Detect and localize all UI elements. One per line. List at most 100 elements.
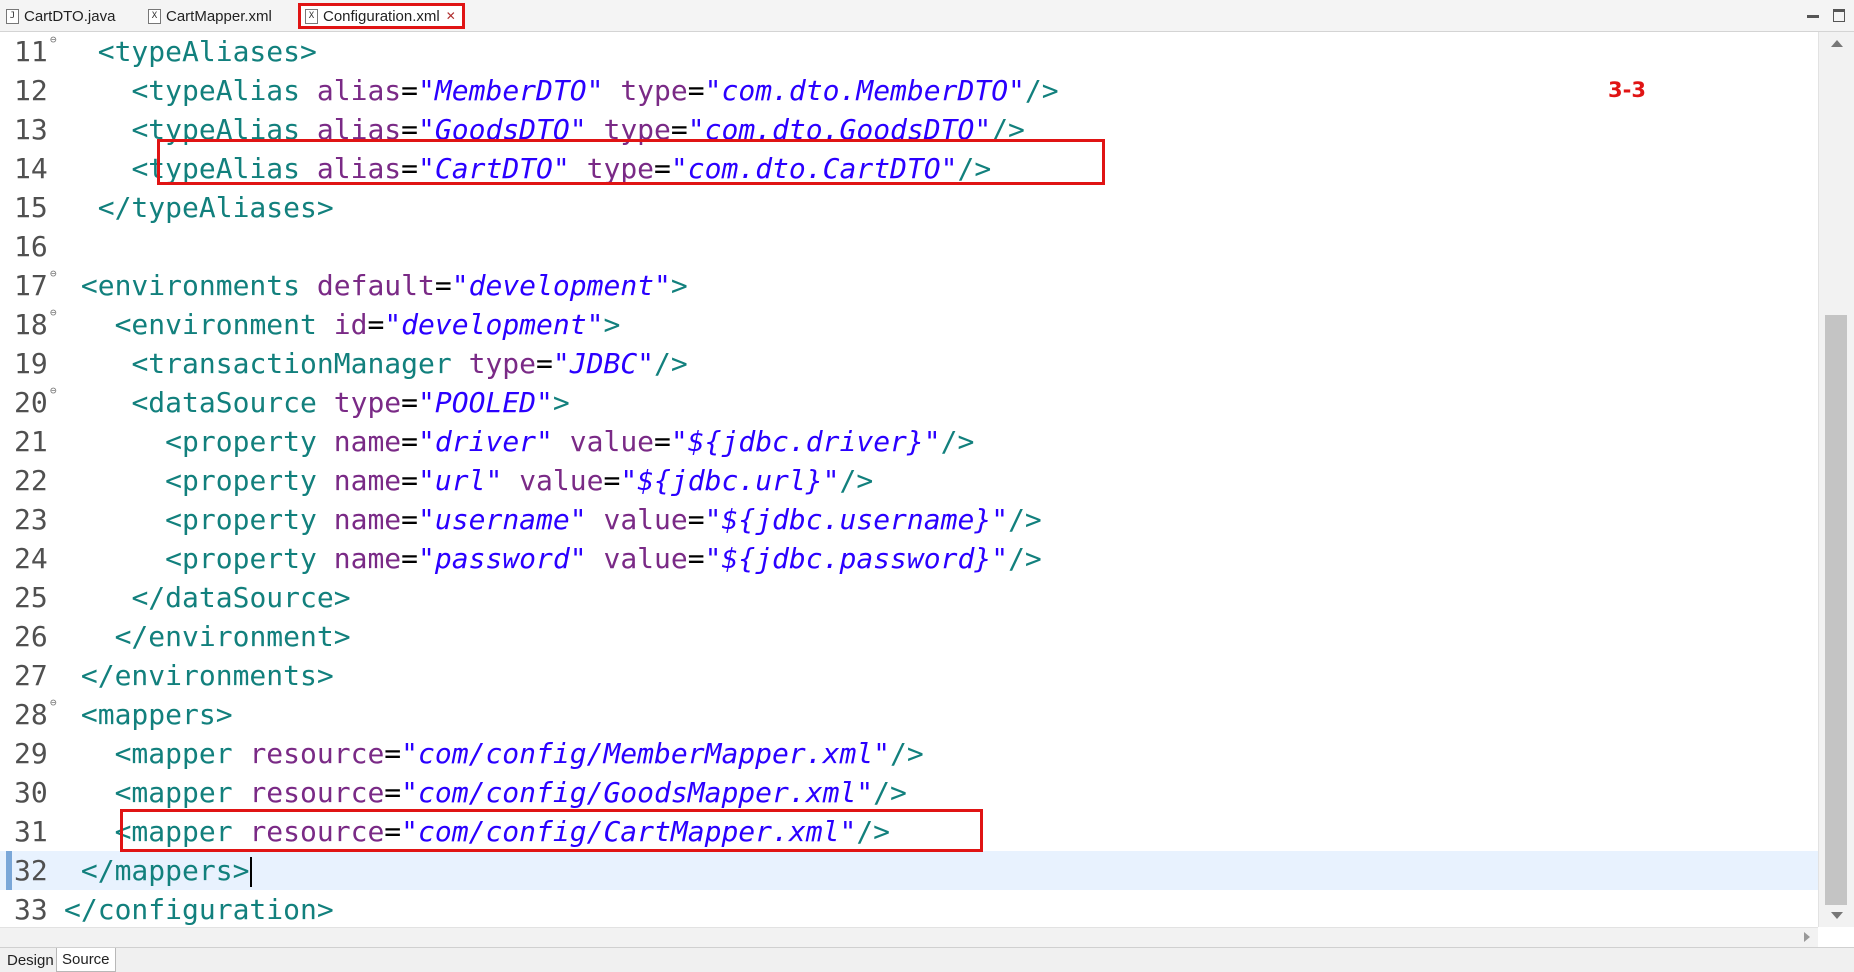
- code-line[interactable]: 16: [0, 227, 1818, 266]
- token-pun: =: [367, 308, 385, 341]
- token-tag: <transactionManager: [131, 347, 469, 380]
- line-number: 25: [14, 581, 48, 614]
- token-attr: value: [569, 425, 655, 458]
- token-tag: >: [670, 269, 688, 302]
- minimize-icon[interactable]: [1804, 6, 1822, 24]
- maximize-icon[interactable]: [1830, 6, 1848, 24]
- code-line[interactable]: 12 <typeAlias alias="MemberDTO" type="co…: [0, 71, 1818, 110]
- code-text: <typeAlias alias="MemberDTO" type="com.d…: [64, 71, 1058, 110]
- code-line[interactable]: 26 </environment>: [0, 617, 1818, 656]
- token-attr: value: [519, 464, 604, 497]
- code-line[interactable]: 29 <mapper resource="com/config/MemberMa…: [0, 734, 1818, 773]
- line-number: 32: [14, 854, 48, 887]
- code-line[interactable]: 18 ⊖ <environment id="development">: [0, 305, 1818, 344]
- fold-toggle-icon[interactable]: ⊖: [50, 267, 57, 281]
- token-tag: <typeAliases>: [97, 35, 317, 68]
- vertical-scrollbar[interactable]: [1818, 32, 1854, 927]
- line-number: 24: [14, 542, 48, 575]
- code-line[interactable]: 33 </configuration>: [0, 890, 1818, 927]
- token-str: "com.dto.MemberDTO": [704, 74, 1025, 107]
- code-text: </mappers>: [64, 851, 253, 890]
- token-str: "username": [418, 503, 587, 536]
- tab-source[interactable]: Source: [56, 948, 116, 972]
- token-attr: type: [333, 386, 402, 419]
- token-str: "MemberDTO": [418, 74, 604, 107]
- token-attr: name: [333, 503, 402, 536]
- code-line[interactable]: 28 ⊖ <mappers>: [0, 695, 1818, 734]
- code-line[interactable]: 27 </environments>: [0, 656, 1818, 695]
- tab-cartmapper-xml[interactable]: X CartMapper.xml: [148, 3, 272, 29]
- token-tag: <property: [165, 542, 334, 575]
- line-number: 29: [14, 737, 48, 770]
- xml-file-icon: X: [305, 8, 318, 24]
- token-pun: =: [687, 542, 705, 575]
- token-str: "JDBC": [552, 347, 655, 380]
- token-tag: <dataSource: [131, 386, 334, 419]
- close-icon[interactable]: ✕: [446, 9, 456, 23]
- code-line[interactable]: 17 ⊖ <environments default="development">: [0, 266, 1818, 305]
- step-annotation: 3-3: [1608, 78, 1646, 102]
- code-line[interactable]: 30 <mapper resource="com/config/GoodsMap…: [0, 773, 1818, 812]
- token-tag: >: [603, 308, 621, 341]
- line-number: 21: [14, 425, 48, 458]
- tab-configuration-xml[interactable]: X Configuration.xml ✕: [298, 3, 465, 29]
- line-number: 23: [14, 503, 48, 536]
- code-line[interactable]: 15 </typeAliases>: [0, 188, 1818, 227]
- token-tag: </environment>: [114, 620, 351, 653]
- code-text: <environment id="development">: [64, 305, 621, 344]
- code-text: </typeAliases>: [64, 188, 334, 227]
- token-tag: />: [890, 737, 924, 770]
- xml-source-editor[interactable]: 33 </configuration> 32 </mappers> 31 <mappe…: [0, 32, 1818, 927]
- token-pun: [553, 425, 570, 458]
- code-line[interactable]: 23 <property name="username" value="${jd…: [0, 500, 1818, 539]
- code-line[interactable]: 22 <property name="url" value="${jdbc.ur…: [0, 461, 1818, 500]
- token-pun: [587, 503, 604, 536]
- tab-cartdto-java[interactable]: J CartDTO.java: [6, 3, 115, 29]
- code-line[interactable]: 24 <property name="password" value="${jd…: [0, 539, 1818, 578]
- code-line[interactable]: 21 <property name="driver" value="${jdbc…: [0, 422, 1818, 461]
- code-line[interactable]: 19 <transactionManager type="JDBC"/>: [0, 344, 1818, 383]
- token-pun: =: [384, 776, 402, 809]
- token-str: "${jdbc.driver}": [670, 425, 941, 458]
- editor-mode-tabs: Design Source: [0, 947, 1854, 972]
- code-line[interactable]: 25 </dataSource>: [0, 578, 1818, 617]
- tab-design[interactable]: Design: [2, 948, 59, 972]
- fold-toggle-icon[interactable]: ⊖: [50, 306, 57, 320]
- line-number: 19: [14, 347, 48, 380]
- scroll-up-icon[interactable]: [1831, 40, 1843, 47]
- token-pun: =: [687, 74, 705, 107]
- token-pun: =: [401, 464, 419, 497]
- fold-toggle-icon[interactable]: ⊖: [50, 384, 57, 398]
- token-pun: =: [401, 425, 419, 458]
- token-attr: name: [333, 542, 402, 575]
- fold-toggle-icon[interactable]: ⊖: [50, 33, 57, 47]
- line-number: 27: [14, 659, 48, 692]
- token-str: "development": [451, 269, 671, 302]
- token-pun: =: [687, 503, 705, 536]
- horizontal-scrollbar[interactable]: [0, 927, 1818, 947]
- code-line-current[interactable]: 32 </mappers>: [0, 851, 1818, 890]
- line-number: 31: [14, 815, 48, 848]
- token-attr: value: [603, 503, 688, 536]
- line-number: 11: [14, 35, 48, 68]
- scroll-right-icon[interactable]: [1804, 932, 1810, 942]
- highlight-cartmapper-resource: [120, 809, 983, 852]
- token-attr: alias: [316, 74, 402, 107]
- code-line[interactable]: 20 ⊖ <dataSource type="POOLED">: [0, 383, 1818, 422]
- scroll-thumb[interactable]: [1825, 315, 1847, 905]
- tab-label: CartMapper.xml: [166, 7, 272, 25]
- fold-toggle-icon[interactable]: ⊖: [50, 696, 57, 710]
- token-tag: </configuration>: [64, 893, 334, 926]
- current-line-marker: [6, 851, 12, 890]
- token-str: "com/config/GoodsMapper.xml": [401, 776, 874, 809]
- scroll-down-icon[interactable]: [1831, 912, 1843, 919]
- code-line[interactable]: 11 ⊖ <typeAliases>: [0, 32, 1818, 71]
- token-tag: <typeAlias: [131, 74, 317, 107]
- token-attr: id: [333, 308, 368, 341]
